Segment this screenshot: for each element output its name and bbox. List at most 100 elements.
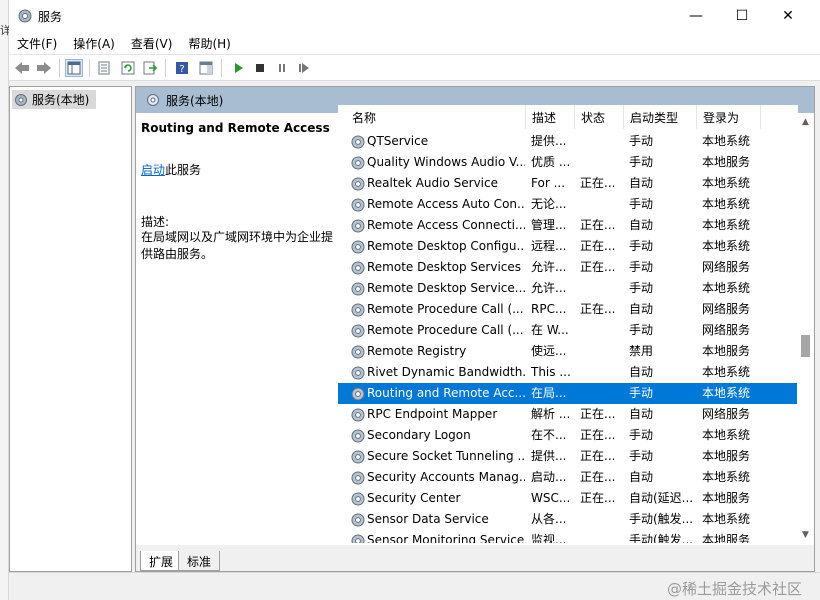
status-bar: @稀土掘金技术社区 <box>9 572 820 600</box>
service-logon-as: 本地服务 <box>702 344 751 358</box>
table-row[interactable]: Sensor Data Service 从各... 手动(触发... 本地系统 <box>338 509 798 530</box>
menu-file[interactable]: 文件(F) <box>9 32 65 54</box>
table-row[interactable]: Remote Desktop Configu... 远程... 正在... 手动 本地系… <box>338 236 798 257</box>
pause-service-button[interactable] <box>273 59 291 77</box>
service-startup-type: 自动 <box>629 218 654 232</box>
services-rows: QTService 提供... 手动 本地系统 Quality Windows Audi… <box>338 131 798 543</box>
service-status: 正在... <box>580 218 616 232</box>
service-gear-icon <box>350 302 366 318</box>
table-row[interactable]: Remote Procedure Call (... RPC... 正在... 自动 网… <box>338 299 798 320</box>
service-name: Remote Procedure Call (... <box>367 302 524 316</box>
svg-text:?: ? <box>179 64 184 75</box>
scroll-down-icon[interactable]: ▼ <box>797 526 814 543</box>
column-startup-type[interactable]: 启动类型 <box>624 105 697 129</box>
service-logon-as: 网络服务 <box>702 302 751 316</box>
service-description: 从各... <box>531 512 567 526</box>
menu-view[interactable]: 查看(V) <box>123 32 181 54</box>
start-service-icon <box>235 63 243 73</box>
view-tabs: 扩展 标准 <box>136 545 814 571</box>
refresh-button[interactable] <box>119 59 137 77</box>
stop-service-button[interactable] <box>251 59 269 77</box>
service-gear-icon <box>350 512 366 528</box>
maximize-button[interactable]: ☐ <box>719 0 765 32</box>
service-startup-type: 手动 <box>629 386 654 400</box>
table-row[interactable]: Remote Procedure Call (... 在 W... 手动 网络服务 <box>338 320 798 341</box>
table-row[interactable]: Secondary Logon 在不... 正在... 手动 本地系统 <box>338 425 798 446</box>
service-description: This ... <box>531 365 571 379</box>
column-description[interactable]: 描述 <box>526 105 575 129</box>
table-row[interactable]: Remote Access Auto Con... 无论... 手动 本地系统 <box>338 194 798 215</box>
services-gear-icon <box>18 9 32 23</box>
service-logon-as: 网络服务 <box>702 323 751 337</box>
table-row[interactable]: RPC Endpoint Mapper 解析 ... 正在... 自动 网络服务 <box>338 404 798 425</box>
close-button[interactable]: ✕ <box>765 0 811 32</box>
service-gear-icon <box>350 239 366 255</box>
help-button[interactable]: ? <box>173 59 191 77</box>
table-row[interactable]: Rivet Dynamic Bandwidth... This ... 自动 本地系统 <box>338 362 798 383</box>
table-row[interactable]: Remote Desktop Service... 允许... 手动 本地系统 <box>338 278 798 299</box>
scroll-up-icon[interactable]: ▲ <box>797 113 814 130</box>
service-name: RPC Endpoint Mapper <box>367 407 498 421</box>
service-gear-icon <box>350 134 366 150</box>
export-list-button[interactable] <box>141 59 159 77</box>
service-status: 正在... <box>580 260 616 274</box>
service-description: 在 W... <box>531 323 569 337</box>
tab-standard[interactable]: 标准 <box>178 551 221 571</box>
forward-button[interactable] <box>35 59 53 77</box>
table-row[interactable]: Quality Windows Audio V... 优质 ... 手动 本地服务 <box>338 152 798 173</box>
start-service-link[interactable]: 启动 <box>141 163 165 177</box>
services-list: 名称 ^ 描述 状态 启动类型 登录为 QTService 提供... 手动 本地系统 Q… <box>338 105 814 543</box>
service-status: 正在... <box>580 302 616 316</box>
column-status[interactable]: 状态 <box>575 105 624 129</box>
table-row[interactable]: Security Accounts Manag... 启动... 正在... 自动 本地… <box>338 467 798 488</box>
table-row[interactable]: Remote Access Connecti... 管理... 正在... 自动 本地系… <box>338 215 798 236</box>
services-gear-icon <box>147 94 159 106</box>
properties-icon <box>98 61 110 75</box>
scrollbar-thumb[interactable] <box>801 335 810 357</box>
vertical-scrollbar[interactable]: ▲ ▼ <box>797 113 814 543</box>
service-description: 允许... <box>531 260 567 274</box>
start-service-suffix: 此服务 <box>165 163 202 177</box>
service-name: Rivet Dynamic Bandwidth... <box>367 365 525 379</box>
service-logon-as: 本地系统 <box>702 512 751 526</box>
service-status <box>580 509 624 530</box>
column-logon-as[interactable]: 登录为 <box>697 105 761 129</box>
tab-extended[interactable]: 扩展 <box>140 551 183 571</box>
table-row[interactable]: Security Center WSC... 正在... 自动(延迟... 本地服务 <box>338 488 798 509</box>
table-row[interactable]: Remote Desktop Services 允许... 正在... 手动 网络服务 <box>338 257 798 278</box>
column-status-label: 状态 <box>581 110 606 125</box>
show-hide-tree-button[interactable] <box>65 59 83 77</box>
restart-service-button[interactable] <box>295 59 313 77</box>
service-startup-type: 手动 <box>629 134 654 148</box>
toolbar-separator <box>221 59 222 77</box>
table-row[interactable]: Remote Registry 使远... 禁用 本地服务 <box>338 341 798 362</box>
table-row-selected[interactable]: Routing and Remote Acc... 在局... 手动 本地系统 <box>338 383 798 404</box>
menu-action[interactable]: 操作(A) <box>65 32 123 54</box>
show-hide-action-pane-button[interactable] <box>197 59 215 77</box>
menu-help[interactable]: 帮助(H) <box>180 32 238 54</box>
service-logon-as: 本地系统 <box>702 386 751 400</box>
table-row[interactable]: QTService 提供... 手动 本地系统 <box>338 131 798 152</box>
back-button[interactable] <box>13 59 31 77</box>
properties-button[interactable] <box>95 59 113 77</box>
start-service-button[interactable] <box>229 59 247 77</box>
service-status: 正在... <box>580 407 616 421</box>
service-description: 在局... <box>531 386 567 400</box>
export-list-icon <box>143 61 157 75</box>
tree-item-services-local[interactable]: 服务(本地) <box>12 90 96 109</box>
service-gear-icon <box>350 281 366 297</box>
column-description-label: 描述 <box>532 110 557 125</box>
service-logon-as: 本地系统 <box>702 176 751 190</box>
service-name: Remote Desktop Services <box>367 260 522 274</box>
table-row[interactable]: Realtek Audio Service For ... 正在... 自动 本地系统 <box>338 173 798 194</box>
service-gear-icon <box>350 197 366 213</box>
table-row[interactable]: Secure Socket Tunneling ... 提供... 正在... 手动 本… <box>338 446 798 467</box>
service-name: Security Accounts Manag... <box>367 470 525 484</box>
minimize-button[interactable]: — <box>673 0 719 32</box>
service-status: 正在... <box>580 239 616 253</box>
table-row[interactable]: Sensor Monitoring Service 监视... 手动(触发... 本地… <box>338 530 798 543</box>
service-logon-as: 本地系统 <box>702 365 751 379</box>
service-startup-type: 手动(触发... <box>629 533 694 543</box>
service-logon-as: 本地系统 <box>702 281 751 295</box>
column-name[interactable]: 名称 ^ <box>346 105 526 129</box>
